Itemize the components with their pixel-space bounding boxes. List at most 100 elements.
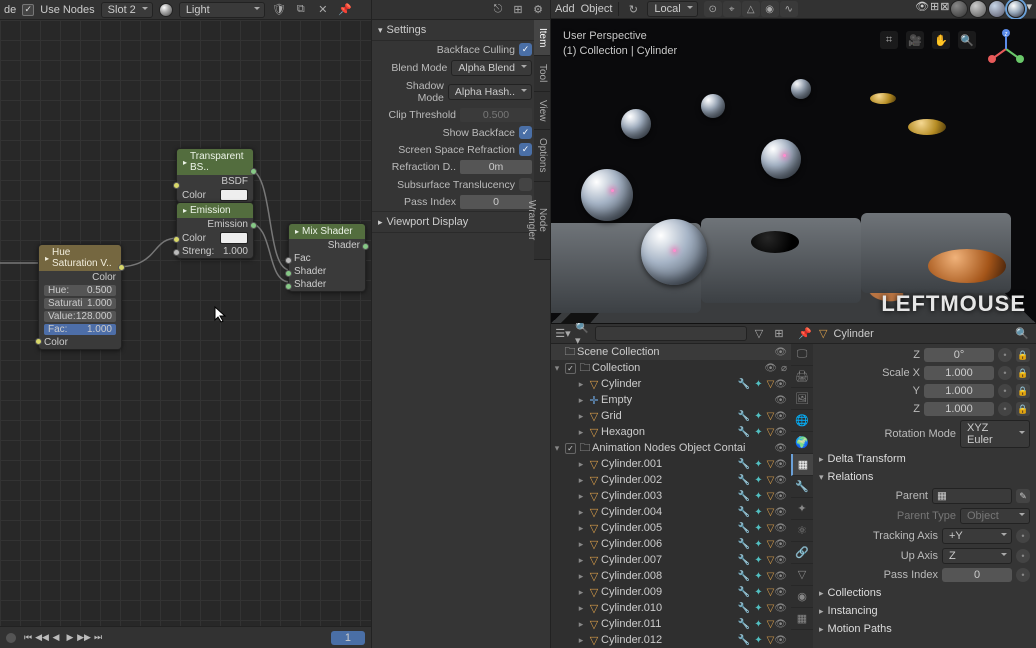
tab-nodewrangler[interactable]: Node Wrangler bbox=[534, 182, 550, 260]
node-transparent-bsdf[interactable]: Transparent BS.. BSDF Color bbox=[176, 148, 254, 203]
duplicate-icon[interactable]: ⧉ bbox=[293, 2, 309, 18]
disclosure-icon[interactable]: ▸ bbox=[575, 379, 587, 390]
outliner-item[interactable]: ▸▽Cylinder🔧✦▽👁 bbox=[551, 376, 791, 392]
hue-field[interactable]: Hue:0.500 bbox=[44, 285, 116, 296]
camera-view-icon[interactable]: ⌗ bbox=[880, 31, 898, 49]
visibility-icon[interactable]: 👁 bbox=[774, 395, 787, 406]
disclosure-icon[interactable]: ▸ bbox=[575, 427, 587, 438]
outliner-item[interactable]: ▸▽Cylinder.008🔧✦▽👁 bbox=[551, 568, 791, 584]
options-icon[interactable]: ⚙ bbox=[530, 2, 546, 18]
node-header[interactable]: Hue Saturation V.. bbox=[39, 245, 121, 271]
menu-add[interactable]: Add bbox=[555, 3, 575, 15]
next-key-icon[interactable]: ▶▶ bbox=[78, 632, 90, 644]
outliner-item[interactable]: ▸▽Cylinder.011🔧✦▽👁 bbox=[551, 616, 791, 632]
tab-constraints[interactable]: 🔗 bbox=[791, 542, 813, 564]
outliner-item[interactable]: ▸▽Cylinder.006🔧✦▽👁 bbox=[551, 536, 791, 552]
section-delta[interactable]: ▸Delta Transform bbox=[819, 450, 1030, 468]
node-header[interactable]: Mix Shader bbox=[289, 224, 365, 239]
dropdown[interactable]: Alpha Blend bbox=[451, 60, 532, 76]
shading-options-icon[interactable]: ▾ bbox=[1026, 0, 1032, 18]
disclosure-icon[interactable]: ▸ bbox=[575, 459, 587, 470]
lock-icon[interactable]: 🔒 bbox=[1016, 348, 1030, 362]
checkbox[interactable]: ✓ bbox=[519, 143, 532, 156]
scale-z-field[interactable]: 1.000 bbox=[924, 402, 994, 416]
filter-type-icon[interactable]: 🔍▾ bbox=[575, 326, 591, 342]
use-nodes-checkbox[interactable] bbox=[22, 4, 34, 16]
visibility-icon[interactable]: 👁 bbox=[774, 635, 787, 646]
new-collection-icon[interactable]: ⊞ bbox=[771, 326, 787, 342]
visibility-icon[interactable]: 👁 bbox=[774, 475, 787, 486]
tab-viewlayer[interactable]: 🖼 bbox=[791, 388, 813, 410]
sat-field[interactable]: Saturati1.000 bbox=[44, 298, 116, 309]
visibility-icon[interactable]: 👁 bbox=[774, 379, 787, 390]
disclosure-icon[interactable]: ▸ bbox=[575, 635, 587, 646]
checkbox[interactable]: ✓ bbox=[519, 126, 532, 139]
unlink-icon[interactable]: ✕ bbox=[315, 2, 331, 18]
tab-data[interactable]: ▽ bbox=[791, 564, 813, 586]
current-frame[interactable]: 1 bbox=[331, 631, 365, 645]
collection[interactable]: ▾🗀Collection👁⌀ bbox=[551, 360, 791, 376]
search-icon[interactable]: 🔍 bbox=[1014, 326, 1030, 342]
rotation-mode-dropdown[interactable]: XYZ Euler bbox=[960, 420, 1030, 448]
dropdown[interactable]: Alpha Hash.. bbox=[448, 84, 532, 100]
outliner-item[interactable]: ▸▽Cylinder.003🔧✦▽👁 bbox=[551, 488, 791, 504]
section-relations[interactable]: ▾Relations bbox=[819, 468, 1030, 486]
visibility-icon[interactable]: 👁 bbox=[774, 587, 787, 598]
tab-options[interactable]: Options bbox=[534, 130, 550, 181]
orientation-dropdown[interactable]: Local bbox=[647, 1, 697, 17]
snap-mode-icon[interactable]: △ bbox=[742, 1, 760, 17]
toggle-camera-icon[interactable]: 🎥 bbox=[906, 31, 924, 49]
snap-icon[interactable]: ⎋ bbox=[490, 2, 506, 18]
tab-view[interactable]: View bbox=[534, 92, 550, 131]
tracking-axis-dropdown[interactable]: +Y bbox=[942, 528, 1012, 544]
tab-world[interactable]: 🌍 bbox=[791, 432, 813, 454]
tab-item[interactable]: Item bbox=[534, 20, 550, 56]
outliner-item[interactable]: ▸▽Cylinder.004🔧✦▽👁 bbox=[551, 504, 791, 520]
scale-x-field[interactable]: 1.000 bbox=[924, 366, 994, 380]
outliner-search[interactable] bbox=[595, 326, 747, 341]
scale-y-field[interactable]: 1.000 bbox=[924, 384, 994, 398]
visibility-icon[interactable]: 👁 bbox=[774, 347, 787, 358]
color-swatch[interactable] bbox=[220, 232, 248, 244]
pass-index-field[interactable]: 0 bbox=[942, 568, 1012, 582]
disclosure-icon[interactable]: ▸ bbox=[575, 555, 587, 566]
node-header[interactable]: Emission bbox=[177, 203, 253, 218]
hand-icon[interactable]: ✋ bbox=[932, 31, 950, 49]
gizmos-icon[interactable]: 👁 bbox=[915, 0, 929, 18]
outliner-item[interactable]: ▸▽Cylinder.002🔧✦▽👁 bbox=[551, 472, 791, 488]
val-field[interactable]: Value:128.000 bbox=[44, 311, 116, 322]
visibility-icon[interactable]: 👁 bbox=[774, 491, 787, 502]
proportional-icon[interactable]: ◉ bbox=[761, 1, 779, 17]
visibility-icon[interactable]: 👁 bbox=[764, 363, 777, 374]
visibility-icon[interactable]: 👁 bbox=[774, 539, 787, 550]
disclosure-icon[interactable]: ▸ bbox=[575, 411, 587, 422]
pivot-icon[interactable]: ⊙ bbox=[704, 1, 722, 17]
visibility-icon[interactable]: 👁 bbox=[774, 555, 787, 566]
outliner-item[interactable]: ▸▽Cylinder.012🔧✦▽👁 bbox=[551, 632, 791, 648]
visibility-icon[interactable]: 👁 bbox=[774, 459, 787, 470]
navigation-gizmo[interactable]: Z bbox=[986, 29, 1026, 69]
disclosure-icon[interactable]: ▸ bbox=[575, 523, 587, 534]
settings-panel-header[interactable]: ▾ Settings bbox=[372, 20, 550, 41]
tab-object[interactable]: ▦ bbox=[791, 454, 813, 476]
tab-texture[interactable]: ▦ bbox=[791, 608, 813, 630]
visibility-icon[interactable]: 👁 bbox=[774, 507, 787, 518]
material-dropdown[interactable]: Light bbox=[179, 2, 265, 18]
disclosure-icon[interactable]: ▸ bbox=[575, 475, 587, 486]
eyedropper-icon[interactable]: ✎ bbox=[1016, 489, 1030, 503]
filter-icon[interactable]: ▽ bbox=[751, 326, 767, 342]
section-motionpaths[interactable]: ▸Motion Paths bbox=[819, 620, 1030, 638]
outliner-item[interactable]: ▸▽Cylinder.009🔧✦▽👁 bbox=[551, 584, 791, 600]
tab-physics[interactable]: ⚛ bbox=[791, 520, 813, 542]
checkbox[interactable]: ✓ bbox=[519, 43, 532, 56]
anim-collection[interactable]: ▾🗀Animation Nodes Object Contai👁 bbox=[551, 440, 791, 456]
collection-checkbox[interactable] bbox=[565, 443, 576, 454]
slot-dropdown[interactable]: Slot 2 bbox=[101, 2, 153, 18]
tab-scene[interactable]: 🌐 bbox=[791, 410, 813, 432]
orientation-icon[interactable]: ↻ bbox=[625, 1, 641, 17]
node-hsv[interactable]: Hue Saturation V.. Color Hue:0.500 Satur… bbox=[38, 244, 122, 350]
visibility-icon[interactable]: 👁 bbox=[774, 443, 787, 454]
visibility-icon[interactable]: 👁 bbox=[774, 523, 787, 534]
pin-icon[interactable]: 📌 bbox=[337, 2, 353, 18]
disclosure-icon[interactable]: ▸ bbox=[575, 491, 587, 502]
